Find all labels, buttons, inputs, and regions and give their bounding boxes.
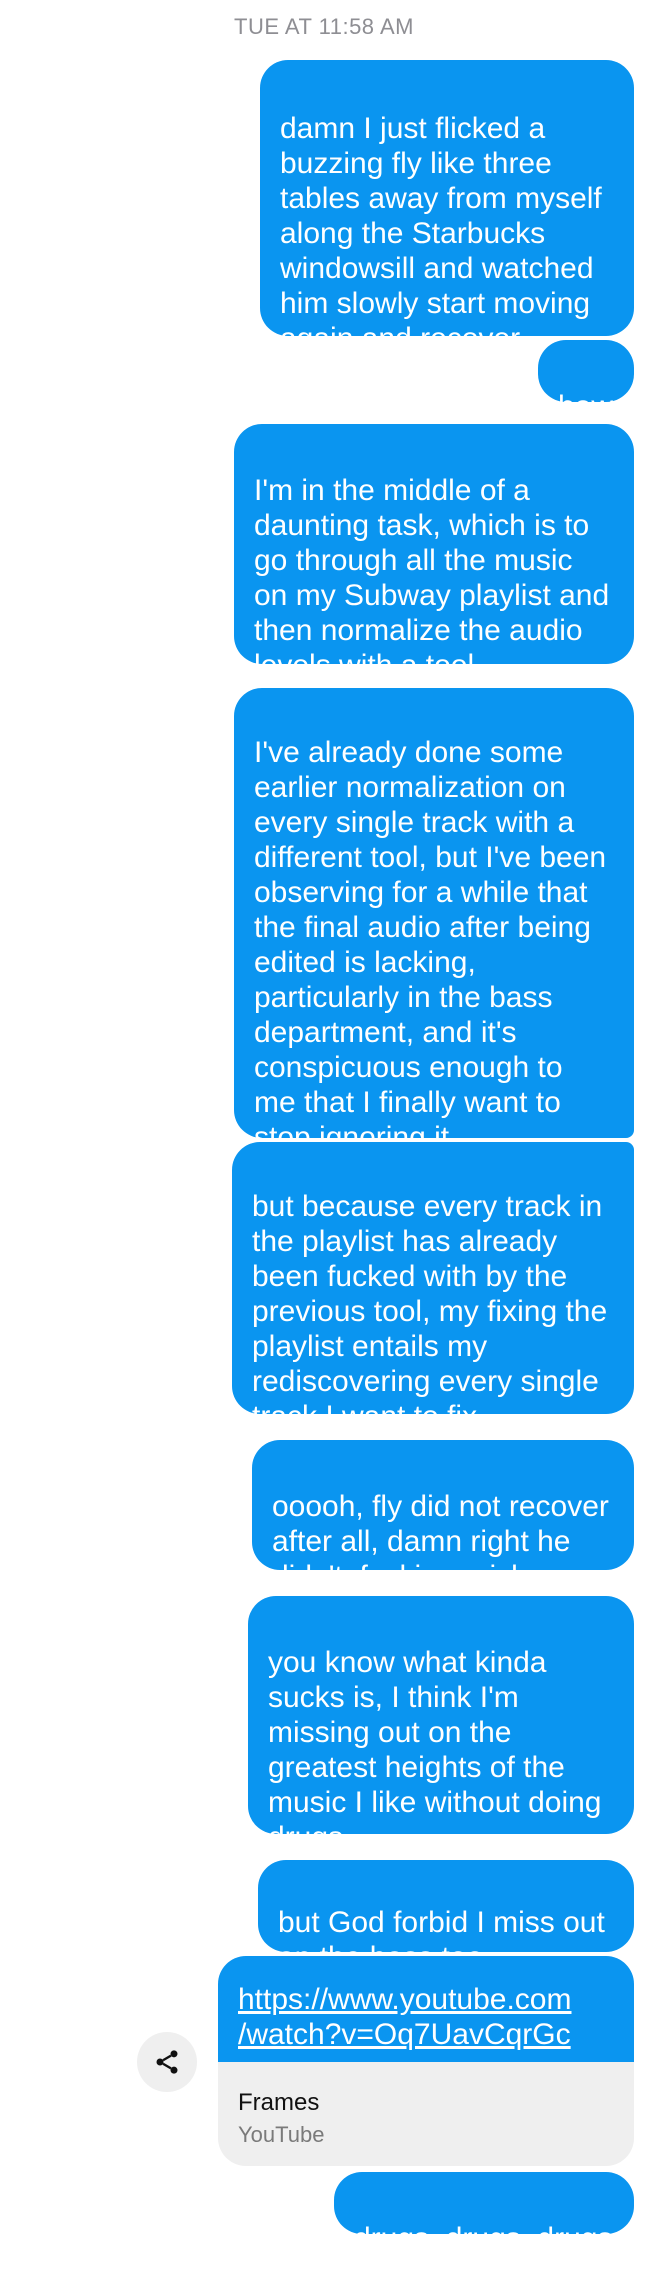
message-bubble[interactable]: but because every track in the playlist … xyxy=(232,1142,634,1433)
link-url[interactable]: https://www.youtube.com /watch?v=Oq7UavC… xyxy=(238,1982,614,2052)
link-source: YouTube xyxy=(238,2122,325,2147)
message-text: you know what kinda sucks is, I think I'… xyxy=(268,1646,602,1854)
message-bubble[interactable]: I'm in the middle of a daunting task, wh… xyxy=(234,424,634,682)
message-text: but because every track in the playlist … xyxy=(252,1190,608,1433)
message-bubble[interactable]: how xyxy=(538,340,634,423)
link-title: Frames xyxy=(238,2089,320,2116)
link-preview-card[interactable]: https://www.youtube.com /watch?v=Oq7UavC… xyxy=(218,1956,634,2166)
thread-timestamp: TUE AT 11:58 AM xyxy=(234,14,414,39)
link-preview-meta[interactable]: Frames YouTube xyxy=(218,2062,634,2166)
share-button[interactable] xyxy=(137,2032,197,2092)
link-preview-url-area[interactable]: https://www.youtube.com /watch?v=Oq7UavC… xyxy=(218,1956,634,2062)
message-text: I've already done some earlier normaliza… xyxy=(254,736,607,1154)
message-text: ooooh, fly did not recover after all, da… xyxy=(272,1490,609,1593)
message-text: how xyxy=(558,390,614,423)
message-bubble[interactable]: drugs, drugs, drugs xyxy=(334,2172,634,2255)
message-bubble[interactable]: ooooh, fly did not recover after all, da… xyxy=(252,1440,634,1593)
share-icon xyxy=(156,2050,178,2074)
message-bubble[interactable]: damn I just flicked a buzzing fly like t… xyxy=(260,60,634,355)
message-bubble[interactable]: but God forbid I miss out on the bass to… xyxy=(258,1860,634,1974)
message-text: damn I just flicked a buzzing fly like t… xyxy=(280,112,602,355)
message-text: I'm in the middle of a daunting task, wh… xyxy=(254,474,610,682)
message-text: drugs, drugs, drugs xyxy=(354,2222,613,2255)
message-bubble[interactable]: you know what kinda sucks is, I think I'… xyxy=(248,1596,634,1854)
message-bubble[interactable]: I've already done some earlier normaliza… xyxy=(234,688,634,1154)
